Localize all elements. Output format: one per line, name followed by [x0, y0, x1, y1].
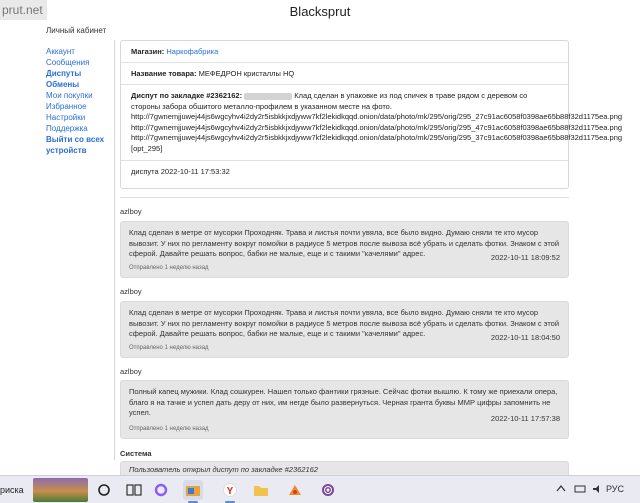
- sidebar-item-account[interactable]: Аккаунт: [46, 46, 112, 57]
- task-view-icon[interactable]: [124, 480, 144, 500]
- windows-taskbar: риска Y РУС: [0, 475, 640, 503]
- keyboard-language[interactable]: РУС: [606, 484, 624, 494]
- sidebar-divider: [114, 40, 115, 460]
- dispute-date-row: диспута 2022-10-11 17:53:32: [121, 161, 568, 182]
- yandex-browser-icon[interactable]: Y: [220, 480, 240, 503]
- dispute-date: диспута 2022-10-11 17:53:32: [131, 167, 230, 176]
- dispute-label: Диспут по закладке #2362162:: [131, 91, 243, 100]
- system-author: Система: [120, 449, 152, 458]
- message-sent-time: Отправлено 1 неделю назад: [129, 425, 209, 432]
- message-bubble: Клад сделан в метре от мусорки Проходняк…: [120, 221, 569, 278]
- message-sent-time: Отправлено 1 неделю назад: [129, 264, 209, 271]
- sidebar-item-logout-all[interactable]: Выйти со всех устройств: [46, 134, 112, 156]
- site-title: Blacksprut: [289, 4, 351, 19]
- photo-tag: [opt_295]: [131, 143, 163, 153]
- sidebar-item-disputes[interactable]: Диспуты: [46, 68, 112, 79]
- sidebar-item-support[interactable]: Поддержка: [46, 123, 112, 134]
- sidebar-item-settings[interactable]: Настройки: [46, 112, 112, 123]
- sidebar-item-favorites[interactable]: Избранное: [46, 101, 112, 112]
- shop-row: Магазин: Наркофабрика: [121, 41, 568, 63]
- svg-text:Y: Y: [227, 486, 234, 497]
- cabinet-heading: Личный кабинет: [46, 26, 107, 35]
- cortana-icon[interactable]: [94, 480, 114, 500]
- account-sidebar: Личный кабинет Аккаунт Сообщения Диспуты…: [46, 26, 112, 156]
- message-author: azlboy: [120, 207, 142, 216]
- photo-link[interactable]: http://7gwnemjjuwej44js6wgcyhv4i2dy2r5is…: [131, 133, 622, 142]
- sidebar-item-purchases[interactable]: Мои покупки: [46, 90, 112, 101]
- dispute-info-panel: Магазин: Наркофабрика Название товара: М…: [120, 40, 622, 189]
- product-row: Название товара: МЕФЕДРОН кристаллы HQ: [121, 63, 568, 85]
- message-bubble: Полный капец мужики. Клад сошкурен. Наше…: [120, 380, 569, 439]
- message-author: azlboy: [120, 367, 142, 376]
- photo-link[interactable]: http://7gwnemjjuwej44js6wgcyhv4i2dy2r5is…: [131, 123, 622, 132]
- taskbar-widget-thumbnail[interactable]: [33, 478, 88, 502]
- message-date: 2022-10-11 17:57:38: [490, 413, 560, 423]
- taskbar-search-text[interactable]: риска: [0, 485, 24, 495]
- photo-link[interactable]: http://7gwnemjjuwej44js6wgcyhv4i2dy2r5is…: [131, 112, 622, 121]
- redacted-code: [244, 92, 293, 100]
- tor-browser-icon[interactable]: [318, 480, 338, 500]
- section-divider: [120, 197, 569, 198]
- alice-assistant-icon[interactable]: [151, 480, 171, 500]
- message-sent-time: Отправлено 1 неделю назад: [129, 344, 209, 351]
- product-name: МЕФЕДРОН кристаллы HQ: [198, 69, 295, 78]
- message-date: 2022-10-11 18:04:50: [490, 332, 560, 342]
- message-author: azlboy: [120, 287, 142, 296]
- explorer-app-icon[interactable]: [183, 480, 203, 503]
- product-label: Название товара:: [131, 69, 197, 78]
- sidebar-item-exchanges[interactable]: Обмены: [46, 79, 112, 90]
- message-bubble: Клад сделан в метре от мусорки Проходняк…: [120, 301, 569, 358]
- message-date: 2022-10-11 18:09:52: [490, 252, 560, 262]
- file-explorer-icon[interactable]: [251, 480, 271, 500]
- system-message-text: Пользователь открыл диспут по закладке #…: [129, 465, 318, 474]
- volume-icon[interactable]: [592, 484, 604, 496]
- dispute-description: Диспут по закладке #2362162: Клад сделан…: [121, 85, 622, 161]
- shop-label: Магазин:: [131, 47, 165, 56]
- sidebar-item-messages[interactable]: Сообщения: [46, 57, 112, 68]
- shop-link[interactable]: Наркофабрика: [166, 47, 218, 56]
- media-app-icon[interactable]: [285, 480, 305, 500]
- tray-overflow-icon[interactable]: [556, 484, 566, 494]
- network-icon[interactable]: [574, 484, 586, 496]
